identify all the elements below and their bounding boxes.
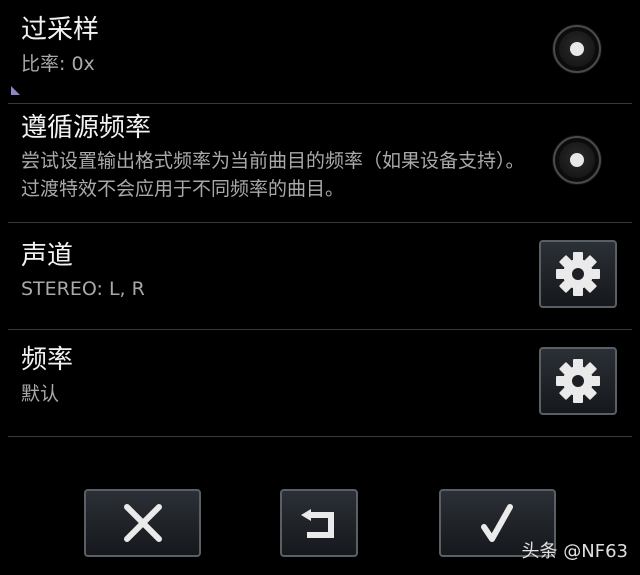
- corner-indicator: [11, 86, 20, 95]
- setting-sample-rate[interactable]: 频率 默认: [8, 330, 632, 437]
- setting-title: 遵循源频率: [21, 113, 152, 143]
- gear-icon: [556, 252, 600, 296]
- watermark-text: 头条 @NF63: [521, 541, 628, 562]
- channels-settings-button[interactable]: [539, 240, 617, 308]
- setting-title: 声道: [21, 241, 74, 271]
- radio-dot: [570, 42, 584, 56]
- follow-source-rate-radio[interactable]: [553, 136, 601, 184]
- close-icon: [123, 504, 162, 542]
- setting-title: 过采样: [21, 15, 100, 45]
- sample-rate-settings-button[interactable]: [539, 347, 617, 415]
- oversampling-radio[interactable]: [553, 25, 601, 73]
- setting-summary: 尝试设置输出格式频率为当前曲目的频率（如果设备支持）。过渡特效不会应用于不同频率…: [21, 150, 525, 200]
- reset-button[interactable]: [280, 489, 358, 557]
- gear-icon: [556, 359, 600, 403]
- radio-dot: [570, 153, 584, 167]
- undo-icon: [301, 509, 334, 538]
- setting-title: 频率: [21, 345, 74, 375]
- setting-oversampling[interactable]: 过采样 比率: 0x: [8, 0, 632, 104]
- setting-summary: 比率: 0x: [21, 53, 95, 75]
- setting-summary: STEREO: L, R: [21, 278, 145, 300]
- setting-follow-source-rate[interactable]: 遵循源频率 尝试设置输出格式频率为当前曲目的频率（如果设备支持）。过渡特效不会应…: [8, 104, 632, 223]
- check-icon: [480, 504, 513, 542]
- setting-summary: 默认: [21, 383, 60, 405]
- setting-channels[interactable]: 声道 STEREO: L, R: [8, 223, 632, 330]
- cancel-button[interactable]: [84, 489, 201, 557]
